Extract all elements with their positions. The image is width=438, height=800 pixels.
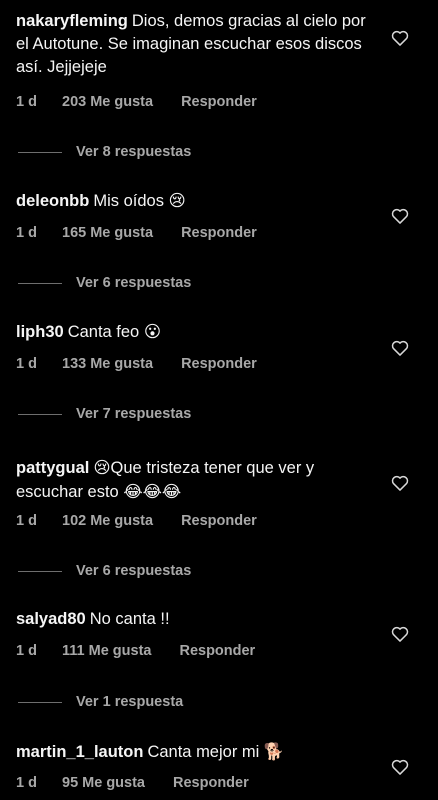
comment-text-block: deleonbb Mis oídos 😢 [16, 189, 376, 213]
comment-time: 1 d [16, 775, 37, 791]
comment-meta: 1 d 133 Me gusta Responder [16, 356, 257, 376]
like-heart-icon[interactable] [390, 624, 410, 644]
view-replies-label[interactable]: Ver 8 respuestas [76, 144, 191, 160]
comment-likes[interactable]: 165 Me gusta [62, 225, 153, 241]
comment-meta: 1 d 203 Me gusta Responder [16, 94, 257, 114]
replies-divider [18, 570, 62, 572]
comment-body: Canta mejor mi [147, 743, 260, 761]
replies-divider [18, 413, 62, 415]
comment-text-block: pattygual 😢Que tristeza tener que ver y e… [16, 456, 376, 504]
reply-button[interactable]: Responder [181, 513, 257, 529]
comment-likes[interactable]: 133 Me gusta [62, 356, 153, 372]
reply-button[interactable]: Responder [181, 94, 257, 110]
view-replies-label[interactable]: Ver 6 respuestas [76, 275, 191, 291]
comment-time: 1 d [16, 94, 37, 110]
comment-time: 1 d [16, 513, 37, 529]
comment-username[interactable]: martin_1_lauton [16, 743, 143, 761]
view-replies-label[interactable]: Ver 7 respuestas [76, 406, 191, 422]
laughing-tears-emoji: 😂😂😂 [123, 482, 182, 501]
view-replies-button[interactable]: Ver 6 respuestas [18, 273, 191, 293]
dog-emoji: 🐕 [263, 742, 285, 761]
comment-body: Canta feo [67, 323, 140, 341]
comment-username[interactable]: nakaryfleming [16, 12, 128, 30]
view-replies-label[interactable]: Ver 6 respuestas [76, 563, 191, 579]
comment-username[interactable]: liph30 [16, 323, 64, 341]
comment-username[interactable]: deleonbb [16, 192, 89, 210]
reply-button[interactable]: Responder [173, 775, 249, 791]
comment-time: 1 d [16, 225, 37, 241]
reply-button[interactable]: Responder [181, 356, 257, 372]
comment-meta: 1 d 102 Me gusta Responder [16, 513, 257, 533]
like-heart-icon[interactable] [390, 206, 410, 226]
replies-divider [18, 151, 62, 153]
comment-body: No canta !! [89, 610, 170, 628]
reply-button[interactable]: Responder [181, 225, 257, 241]
like-heart-icon[interactable] [390, 757, 410, 777]
like-heart-icon[interactable] [390, 28, 410, 48]
comment-likes[interactable]: 111 Me gusta [62, 643, 151, 659]
comment-time: 1 d [16, 356, 37, 372]
surprised-face-emoji: 😮 [143, 322, 162, 341]
crying-face-emoji: 😢 [168, 191, 186, 210]
comment-body: Mis oídos [93, 192, 164, 210]
comment-meta: 1 d 111 Me gusta Responder [16, 643, 255, 663]
comment-likes[interactable]: 102 Me gusta [62, 513, 153, 529]
comment-text-block: liph30 Canta feo 😮 [16, 320, 376, 344]
crying-face-emoji: 😢 [93, 458, 111, 477]
view-replies-button[interactable]: Ver 7 respuestas [18, 404, 191, 424]
view-replies-button[interactable]: Ver 1 respuesta [18, 692, 183, 712]
view-replies-button[interactable]: Ver 6 respuestas [18, 561, 191, 581]
replies-divider [18, 282, 62, 284]
comment-text-block: martin_1_lauton Canta mejor mi 🐕 [16, 740, 376, 764]
comment-time: 1 d [16, 643, 37, 659]
like-heart-icon[interactable] [390, 338, 410, 358]
comment-likes[interactable]: 95 Me gusta [62, 775, 145, 791]
view-replies-button[interactable]: Ver 8 respuestas [18, 142, 191, 162]
comment-username[interactable]: salyad80 [16, 610, 86, 628]
comment-meta: 1 d 165 Me gusta Responder [16, 225, 257, 245]
view-replies-label[interactable]: Ver 1 respuesta [76, 694, 183, 710]
replies-divider [18, 701, 62, 703]
like-heart-icon[interactable] [390, 473, 410, 493]
reply-button[interactable]: Responder [179, 643, 255, 659]
comment-username[interactable]: pattygual [16, 459, 89, 477]
comment-meta: 1 d 95 Me gusta Responder [16, 775, 249, 795]
comment-text-block: nakaryfleming Dios, demos gracias al ciel… [16, 10, 376, 79]
comment-likes[interactable]: 203 Me gusta [62, 94, 153, 110]
comment-text-block: salyad80 No canta !! [16, 608, 376, 631]
